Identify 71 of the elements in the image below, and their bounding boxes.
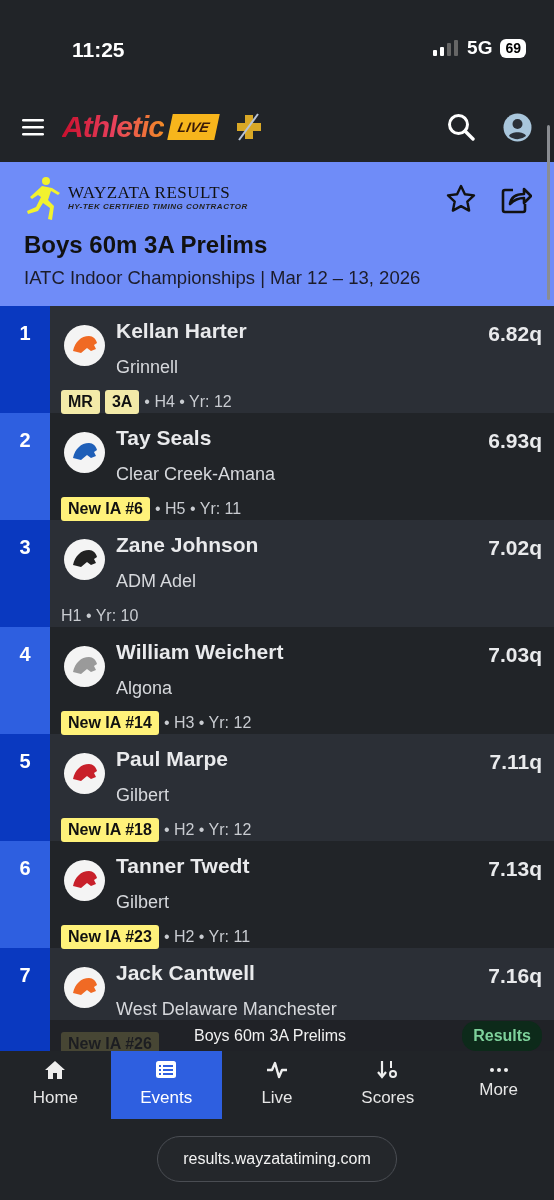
- school-logo-icon: [64, 967, 105, 1008]
- place-number: 4: [0, 627, 50, 734]
- plus-icon[interactable]: [235, 113, 264, 141]
- place-number: 2: [0, 413, 50, 520]
- account-icon[interactable]: [503, 112, 532, 142]
- heat-year-info: • H3 • Yr: 12: [163, 712, 252, 733]
- heat-year-info: • H2 • Yr: 11: [163, 926, 251, 947]
- place-number: 5: [0, 734, 50, 841]
- school-logo-icon: [64, 432, 105, 473]
- home-icon: [44, 1059, 67, 1082]
- school-logo-icon: [64, 539, 105, 580]
- athlete-name[interactable]: William Weichert: [116, 639, 284, 671]
- place-number: 7: [0, 948, 50, 1051]
- battery-level: 69: [500, 38, 526, 58]
- heat-year-info: • H5 • Yr: 11: [155, 498, 242, 519]
- place-number: 3: [0, 520, 50, 627]
- school-logo-icon: [64, 753, 105, 794]
- athlete-name[interactable]: Tanner Twedt: [116, 853, 250, 885]
- nav-tab[interactable]: Home: [0, 1051, 111, 1119]
- record-tag: MR: [61, 389, 100, 414]
- org-tagline: HY-TEK CERTIFIED TIMING CONTRACTOR: [68, 200, 248, 213]
- nav-tab[interactable]: Scores: [332, 1051, 444, 1119]
- record-tag: New IA #23: [61, 924, 159, 949]
- record-tag: New IA #14: [61, 710, 159, 735]
- school-name: Clear Creek-Amana: [116, 462, 277, 486]
- network-label: 5G: [467, 36, 493, 60]
- org-name: WAYZATA RESULTS: [68, 183, 232, 201]
- nav-tab[interactable]: Events: [110, 1051, 222, 1119]
- heat-year-info: • H4 • Yr: 12: [144, 391, 232, 412]
- school-logo-icon: [64, 646, 105, 687]
- athlete-name[interactable]: Jack Cantwell: [116, 960, 255, 992]
- school-logo-icon: [64, 325, 105, 366]
- place-number: 1: [0, 306, 50, 413]
- athlete-name[interactable]: Paul Marpe: [116, 746, 229, 778]
- school-logo-icon: [64, 860, 105, 901]
- result-mark: 7.13q: [488, 856, 542, 882]
- heat-year-info: H1 • Yr: 10: [61, 605, 139, 626]
- signal-icon: [433, 40, 460, 57]
- nav-tab[interactable]: Live: [221, 1051, 333, 1119]
- nav-tab[interactable]: More: [443, 1051, 554, 1119]
- result-mark: 7.11q: [489, 749, 542, 775]
- result-mark: 6.82q: [488, 321, 542, 347]
- brand-badge: LIVE: [167, 114, 220, 140]
- star-icon[interactable]: [446, 184, 476, 214]
- athlete-name[interactable]: Tay Seals: [116, 425, 212, 457]
- menu-icon[interactable]: [22, 118, 44, 136]
- record-tag: 3A: [104, 389, 140, 414]
- results-button[interactable]: Results: [462, 1020, 542, 1051]
- mini-bar-title: Boys 60m 3A Prelims: [194, 1025, 347, 1046]
- result-mark: 7.02q: [488, 535, 542, 561]
- record-tag: New IA #18: [61, 817, 159, 842]
- more-icon: [488, 1067, 509, 1074]
- place-number: 6: [0, 841, 50, 948]
- status-time: 11:25: [72, 37, 125, 63]
- school-name: Gilbert: [116, 890, 170, 914]
- school-name: ADM Adel: [116, 569, 198, 593]
- url-bar[interactable]: results.wayzatatiming.com: [157, 1136, 397, 1182]
- heat-year-info: • H2 • Yr: 12: [163, 819, 252, 840]
- result-mark: 6.93q: [488, 428, 542, 454]
- athlete-name[interactable]: Kellan Harter: [116, 318, 247, 350]
- school-name: Algona: [116, 676, 174, 700]
- event-title: Boys 60m 3A Prelims: [24, 232, 269, 259]
- athlete-name[interactable]: Zane Johnson: [116, 532, 259, 564]
- meet-subtitle: IATC Indoor Championships | Mar 12 – 13, 2026: [24, 266, 422, 291]
- result-mark: 7.03q: [488, 642, 542, 668]
- result-mark: 7.16q: [488, 963, 542, 989]
- record-tag: New IA #6: [61, 496, 150, 521]
- school-name: Grinnell: [116, 355, 180, 379]
- school-name: West Delaware Manchester: [116, 997, 338, 1021]
- school-name: Gilbert: [116, 783, 170, 807]
- search-icon[interactable]: [447, 113, 475, 141]
